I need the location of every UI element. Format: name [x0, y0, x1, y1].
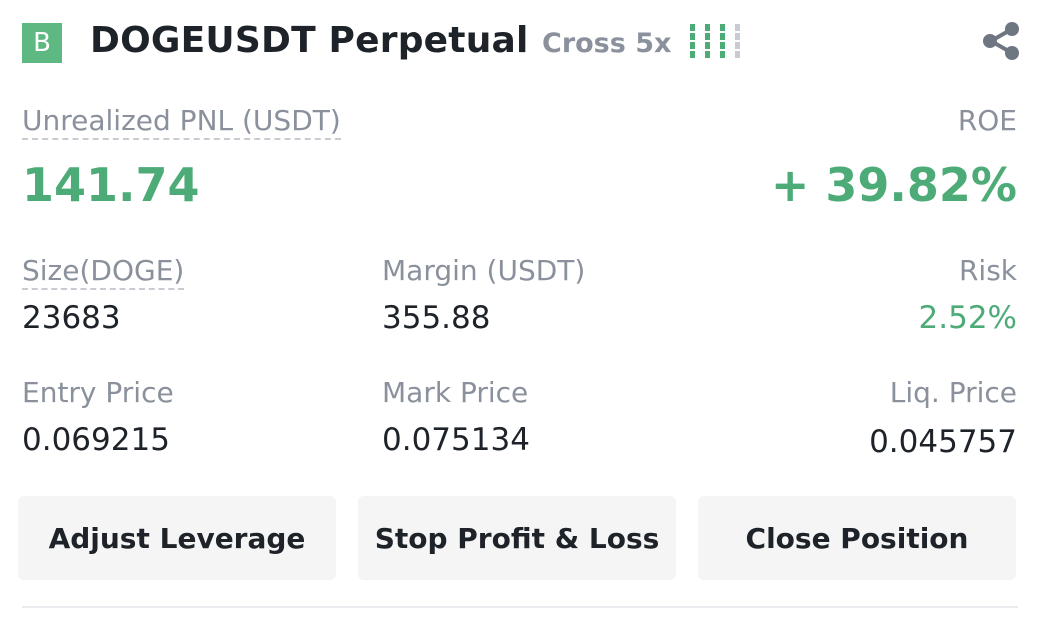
size-value: 23683 [22, 300, 121, 336]
position-header: B DOGEUSDT Perpetual Cross 5x [22, 18, 1022, 66]
margin-value: 355.88 [382, 300, 491, 336]
roe-label: ROE [957, 104, 1017, 137]
margin-label: Margin (USDT) [382, 254, 586, 287]
mark-price-value: 0.075134 [382, 422, 530, 458]
entry-price-label: Entry Price [22, 376, 174, 409]
roe-value: + 39.82% [770, 158, 1017, 212]
contract-symbol[interactable]: DOGEUSDT Perpetual [90, 20, 529, 61]
size-label[interactable]: Size(DOGE) [22, 254, 185, 290]
share-icon [983, 22, 1019, 60]
divider [22, 606, 1018, 608]
unrealized-pnl-label[interactable]: Unrealized PNL (USDT) [22, 104, 341, 140]
unrealized-pnl-value: 141.74 [22, 158, 200, 212]
margin-mode-label: Cross 5x [542, 28, 672, 59]
risk-level-indicator [690, 24, 750, 64]
close-position-button[interactable]: Close Position [698, 496, 1016, 580]
risk-label: Risk [958, 254, 1017, 287]
buy-badge: B [22, 23, 62, 63]
risk-bar [705, 24, 710, 60]
risk-value: 2.52% [918, 300, 1017, 336]
risk-bar [735, 24, 740, 60]
mark-price-label: Mark Price [382, 376, 529, 409]
entry-price-value: 0.069215 [22, 422, 170, 458]
risk-bar [720, 24, 725, 60]
liq-price-label: Liq. Price [889, 376, 1017, 409]
liq-price-value: 0.045757 [869, 424, 1017, 460]
share-button[interactable] [980, 20, 1022, 62]
stop-profit-loss-button[interactable]: Stop Profit & Loss [358, 496, 676, 580]
adjust-leverage-button[interactable]: Adjust Leverage [18, 496, 336, 580]
risk-bar [690, 24, 695, 60]
